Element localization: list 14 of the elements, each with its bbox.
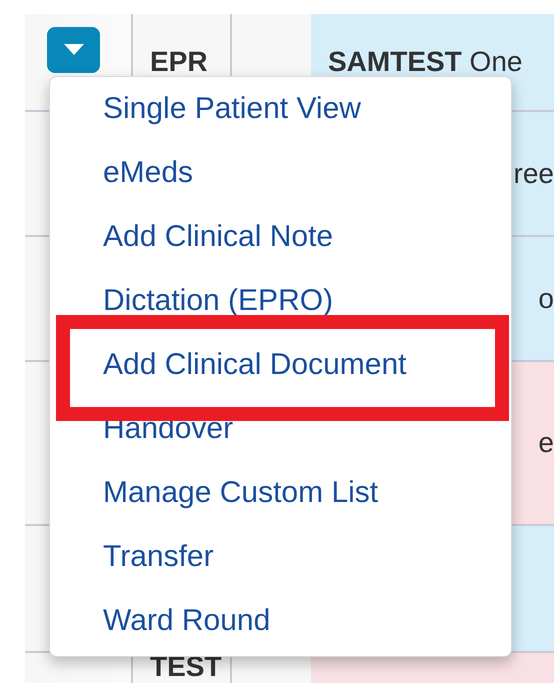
menu-item[interactable]: Handover [50,397,511,461]
patient-name: ree [514,158,554,190]
menu-item[interactable]: Ward Round [50,589,511,653]
menu-item[interactable]: Manage Custom List [50,461,511,525]
menu-item[interactable]: Add Clinical Document [50,333,511,397]
patient-name: o [538,282,554,314]
patient-name: SAMTEST One [327,46,522,78]
menu-item[interactable]: eMeds [50,141,511,205]
patient-name: e [538,427,554,459]
menu-item[interactable]: Add Clinical Note [50,205,511,269]
menu-item[interactable]: Dictation (EPRO) [50,269,511,333]
dropdown-button[interactable] [47,27,100,73]
menu-item[interactable]: Transfer [50,525,511,589]
caret-icon [64,44,84,56]
